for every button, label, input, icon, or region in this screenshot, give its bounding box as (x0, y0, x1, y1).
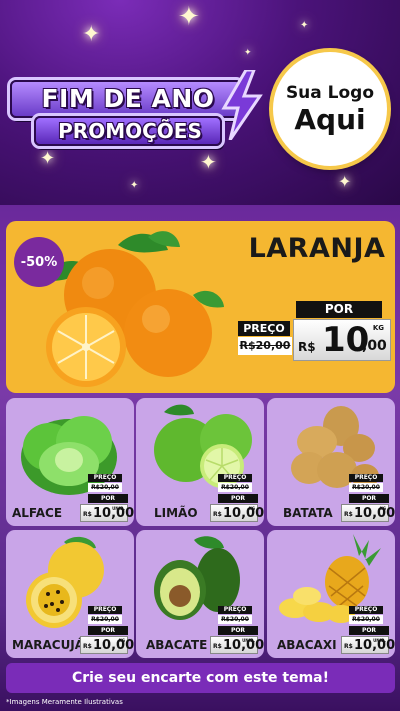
product-card-abacaxi[interactable]: ABACAXI PREÇO R$20,00 POR R$ 10,00 UNID. (267, 530, 395, 658)
sparkle-icon: ✦ (244, 48, 252, 58)
product-card-abacate[interactable]: ABACATE PREÇO R$20,00 POR R$ 10,00 UNID. (136, 530, 264, 658)
sparkle-icon: ✦ (200, 150, 217, 174)
logo-placeholder[interactable]: Sua Logo Aqui (273, 52, 387, 166)
old-price: R$20,00 (238, 337, 292, 355)
por-label: POR (296, 301, 382, 318)
discount-badge: -50% (14, 237, 64, 287)
promo-title: FIM DE ANO PROMOÇÕES (10, 70, 270, 150)
preco-label: PREÇO (238, 321, 290, 336)
title-line-1: FIM DE ANO (10, 80, 242, 118)
header-banner: ✦ ✦ ✦ ✦ ✦ ✦ ✦ ✦ FIM DE ANO PROMOÇÕES Sua… (0, 0, 400, 205)
product-card-batata[interactable]: BATATA PREÇO R$20,00 POR R$ 10,00 KG (267, 398, 395, 526)
product-card-limao[interactable]: LIMÃO PREÇO R$20,00 POR R$ 10,00 KG (136, 398, 264, 526)
sparkle-icon: ✦ (338, 172, 352, 191)
new-price: R$ 10 ,00 KG (293, 319, 391, 361)
sparkle-icon: ✦ (40, 148, 56, 169)
create-flyer-button[interactable]: Crie seu encarte com este tema! (6, 663, 395, 693)
title-line-2: PROMOÇÕES (34, 116, 222, 146)
product-card-maracuja[interactable]: MARACUJÁ PREÇO R$20,00 POR R$ 10,00 KG (6, 530, 134, 658)
product-card-alface[interactable]: ALFACE PREÇO R$20,00 POR R$ 10,00 UNID. (6, 398, 134, 526)
sparkle-icon: ✦ (300, 20, 309, 31)
disclaimer: *Imagens Meramente Ilustrativas (6, 698, 123, 706)
product-name: LARANJA (248, 233, 386, 264)
lightning-bolt-icon (221, 70, 263, 140)
sparkle-icon: ✦ (178, 2, 200, 32)
sparkle-icon: ✦ (82, 22, 101, 47)
featured-product-card[interactable]: -50% LARANJA POR PREÇO R$20,00 R$ 10 ,00… (6, 221, 395, 393)
sparkle-icon: ✦ (130, 180, 139, 191)
